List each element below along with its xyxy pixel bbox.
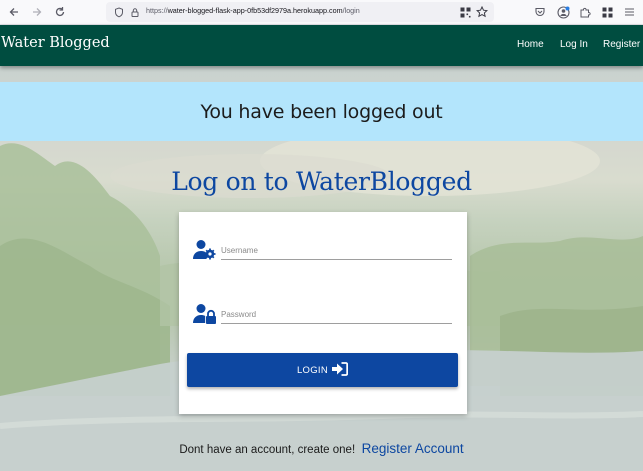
user-lock-icon	[193, 303, 217, 325]
nav-link-register[interactable]: Register	[603, 39, 640, 50]
brand-logo[interactable]: Water Blogged	[1, 35, 110, 51]
login-card: LOGIN	[179, 212, 467, 414]
register-prompt-text: Dont have an account, create one!	[179, 444, 356, 456]
arrow-left-icon[interactable]	[5, 3, 23, 21]
pocket-icon[interactable]	[532, 4, 548, 20]
arrow-right-icon[interactable]	[28, 3, 46, 21]
star-icon[interactable]	[475, 5, 489, 19]
url-host: water-blogged-flask-app-0fb53df2979a.her…	[167, 6, 343, 15]
sign-in-icon	[332, 361, 349, 379]
lock-icon[interactable]	[128, 5, 142, 19]
qr-code-icon[interactable]	[458, 5, 472, 19]
url-text[interactable]: https://water-blogged-flask-app-0fb53df2…	[146, 6, 360, 15]
account-icon[interactable]	[555, 4, 571, 20]
page-title: Log on to WaterBlogged	[171, 167, 472, 196]
nav-link-login[interactable]: Log In	[560, 39, 588, 50]
address-bar[interactable]: https://water-blogged-flask-app-0fb53df2…	[106, 2, 494, 22]
login-button-label: LOGIN	[296, 364, 329, 376]
password-input[interactable]	[221, 306, 452, 324]
user-gear-icon	[193, 239, 217, 261]
extensions-icon[interactable]	[577, 4, 593, 20]
reload-icon[interactable]	[51, 3, 69, 21]
apps-grid-icon[interactable]	[599, 4, 615, 20]
username-input[interactable]	[221, 242, 452, 260]
url-path: /login	[342, 6, 360, 15]
flash-message-text: You have been logged out	[200, 100, 443, 123]
register-account-link[interactable]: Register Account	[362, 441, 464, 456]
shield-icon[interactable]	[112, 5, 126, 19]
url-prefix: https://	[146, 6, 168, 15]
flash-message-banner: You have been logged out	[0, 82, 643, 141]
browser-toolbar: https://water-blogged-flask-app-0fb53df2…	[0, 0, 643, 25]
login-button[interactable]: LOGIN	[187, 353, 458, 387]
register-prompt: Dont have an account, create one! Regist…	[0, 440, 643, 458]
nav-link-home[interactable]: Home	[517, 39, 544, 50]
menu-icon[interactable]	[621, 4, 637, 20]
site-navbar: Water Blogged Home Log In Register	[0, 25, 643, 66]
